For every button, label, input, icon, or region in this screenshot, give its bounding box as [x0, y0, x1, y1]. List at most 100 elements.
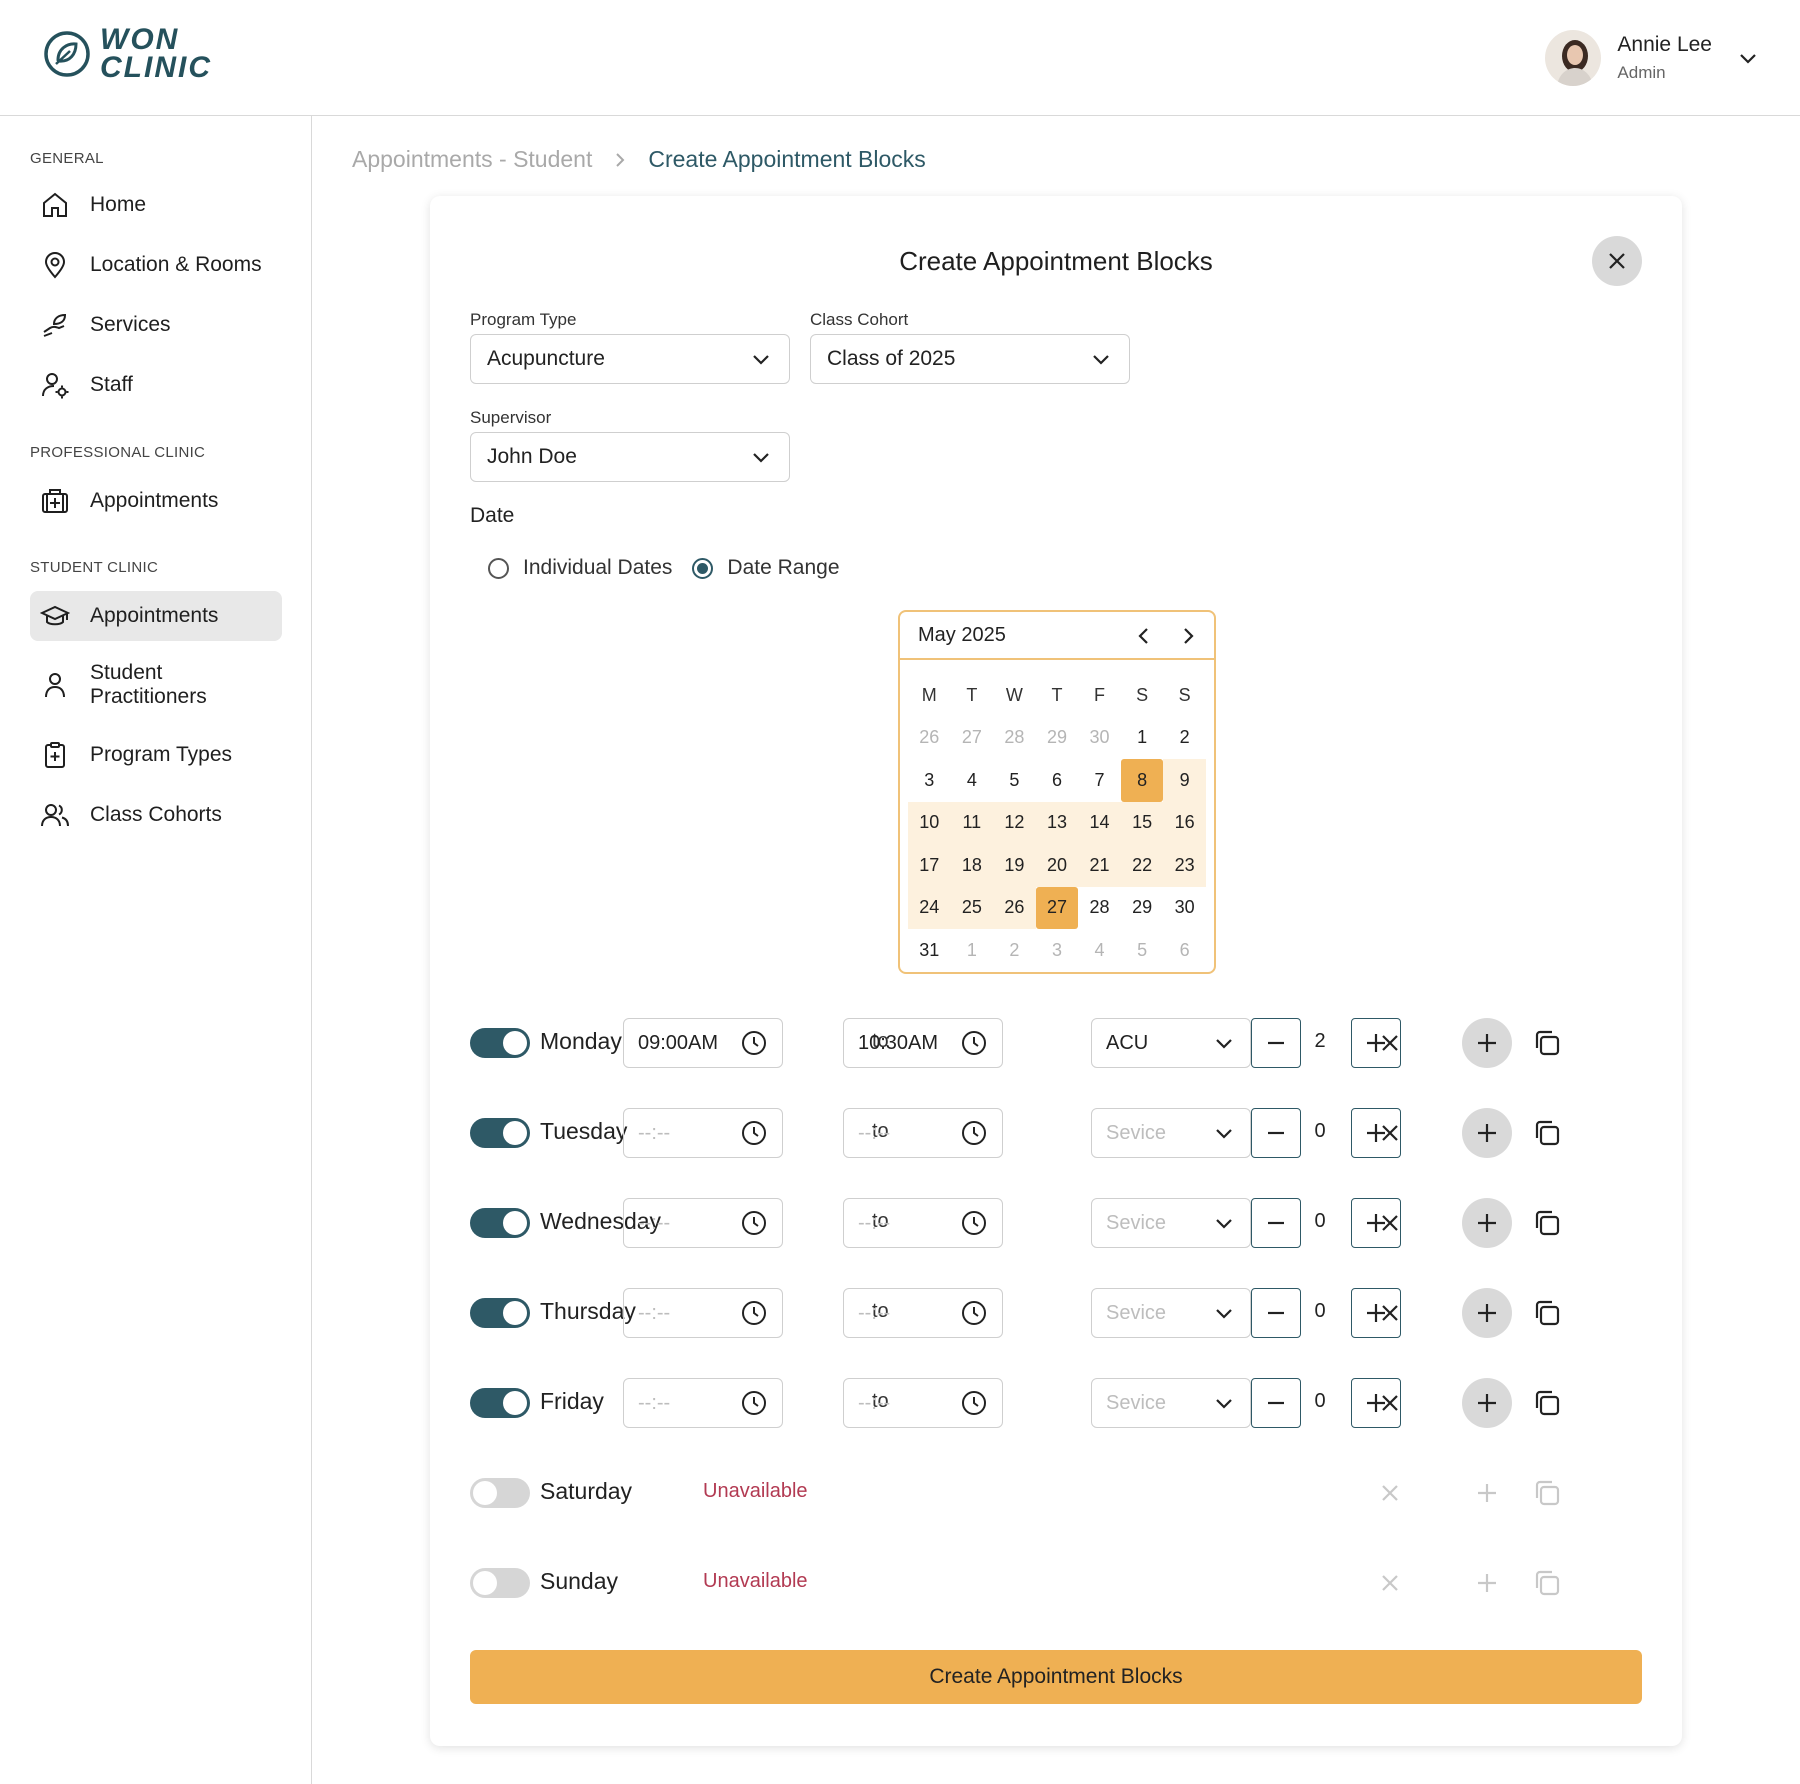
sidebar-item-services[interactable]: Services: [30, 300, 282, 350]
calendar-day[interactable]: 28: [1078, 887, 1121, 930]
sidebar-item-program-types[interactable]: Program Types: [30, 730, 282, 780]
calendar-day[interactable]: 27: [1035, 886, 1079, 929]
class-cohort-select[interactable]: Class of 2025: [810, 334, 1130, 384]
copy-row-button[interactable]: [1532, 1298, 1562, 1328]
chevron-down-icon[interactable]: [1736, 46, 1760, 70]
calendar-day[interactable]: 4: [1078, 929, 1121, 972]
add-time-slot-button[interactable]: [1462, 1378, 1512, 1428]
calendar-day[interactable]: 12: [993, 801, 1036, 844]
calendar-day[interactable]: 23: [1163, 844, 1206, 887]
decrement-button[interactable]: [1251, 1108, 1301, 1158]
supervisor-select[interactable]: John Doe: [470, 432, 790, 482]
decrement-button[interactable]: [1251, 1018, 1301, 1068]
calendar-day[interactable]: 14: [1078, 801, 1121, 844]
end-time-input[interactable]: 10:30AM: [843, 1018, 1003, 1068]
calendar-day[interactable]: 6: [1036, 759, 1079, 802]
calendar-prev-month-button[interactable]: [1132, 624, 1156, 648]
day-toggle[interactable]: [470, 1028, 530, 1058]
sidebar-item-class-cohorts[interactable]: Class Cohorts: [30, 790, 282, 840]
calendar-day[interactable]: 29: [1121, 887, 1164, 930]
decrement-button[interactable]: [1251, 1378, 1301, 1428]
end-time-input[interactable]: --:--: [843, 1378, 1003, 1428]
calendar-day[interactable]: 4: [951, 759, 994, 802]
clear-row-button[interactable]: [1375, 1118, 1405, 1148]
calendar-day[interactable]: 30: [1078, 717, 1121, 760]
copy-row-button[interactable]: [1532, 1478, 1562, 1508]
add-time-slot-button[interactable]: [1462, 1288, 1512, 1338]
copy-row-button[interactable]: [1532, 1028, 1562, 1058]
calendar-day[interactable]: 2: [1163, 717, 1206, 760]
sidebar-item-student-appointments[interactable]: Appointments: [30, 591, 282, 641]
day-toggle[interactable]: [470, 1478, 530, 1508]
calendar-next-month-button[interactable]: [1176, 624, 1200, 648]
sidebar-item-home[interactable]: Home: [30, 180, 282, 230]
calendar-day[interactable]: 7: [1078, 759, 1121, 802]
calendar-day[interactable]: 10: [908, 801, 951, 844]
day-toggle[interactable]: [470, 1208, 530, 1238]
calendar-day[interactable]: 2: [993, 929, 1036, 972]
day-toggle[interactable]: [470, 1118, 530, 1148]
sidebar-item-staff[interactable]: Staff: [30, 360, 282, 410]
calendar-day[interactable]: 30: [1163, 887, 1206, 930]
add-time-slot-button[interactable]: [1462, 1468, 1512, 1518]
calendar-day[interactable]: 26: [908, 717, 951, 760]
service-select[interactable]: Sevice: [1091, 1198, 1251, 1248]
calendar-day[interactable]: 26: [993, 886, 1036, 929]
calendar-day[interactable]: 3: [908, 759, 951, 802]
start-time-input[interactable]: --:--: [623, 1108, 783, 1158]
calendar-day[interactable]: 27: [951, 717, 994, 760]
clear-row-button[interactable]: [1375, 1208, 1405, 1238]
add-time-slot-button[interactable]: [1462, 1198, 1512, 1248]
service-select[interactable]: Sevice: [1091, 1288, 1251, 1338]
copy-row-button[interactable]: [1532, 1208, 1562, 1238]
add-time-slot-button[interactable]: [1462, 1018, 1512, 1068]
calendar-day[interactable]: 1: [1121, 717, 1164, 760]
calendar-day[interactable]: 28: [993, 717, 1036, 760]
calendar-day[interactable]: 31: [908, 929, 951, 972]
decrement-button[interactable]: [1251, 1198, 1301, 1248]
start-time-input[interactable]: --:--: [623, 1378, 783, 1428]
clear-row-button[interactable]: [1375, 1568, 1405, 1598]
calendar-day[interactable]: 5: [1121, 929, 1164, 972]
sidebar-item-student-practitioners[interactable]: Student Practitioners: [30, 655, 282, 715]
add-time-slot-button[interactable]: [1462, 1108, 1512, 1158]
calendar-day[interactable]: 11: [950, 801, 994, 844]
start-time-input[interactable]: --:--: [623, 1288, 783, 1338]
end-time-input[interactable]: --:--: [843, 1288, 1003, 1338]
calendar-day[interactable]: 21: [1078, 844, 1121, 887]
service-select[interactable]: ACU: [1091, 1018, 1251, 1068]
user-menu[interactable]: Annie Lee Admin: [1545, 30, 1760, 86]
start-time-input[interactable]: 09:00AM: [623, 1018, 783, 1068]
calendar-day[interactable]: 9: [1163, 759, 1206, 802]
service-select[interactable]: Sevice: [1091, 1108, 1251, 1158]
sidebar-item-professional-appointments[interactable]: Appointments: [30, 476, 282, 526]
calendar-day[interactable]: 20: [1035, 844, 1079, 887]
service-select[interactable]: Sevice: [1091, 1378, 1251, 1428]
calendar-day[interactable]: 19: [993, 844, 1036, 887]
day-toggle[interactable]: [470, 1298, 530, 1328]
day-toggle[interactable]: [470, 1388, 530, 1418]
end-time-input[interactable]: --:--: [843, 1198, 1003, 1248]
copy-row-button[interactable]: [1532, 1568, 1562, 1598]
calendar-day[interactable]: 13: [1035, 801, 1079, 844]
clear-row-button[interactable]: [1375, 1478, 1405, 1508]
calendar-day[interactable]: 16: [1163, 801, 1206, 844]
calendar-day[interactable]: 1: [951, 929, 994, 972]
add-time-slot-button[interactable]: [1462, 1558, 1512, 1608]
calendar-day[interactable]: 24: [908, 886, 951, 929]
radio-individual-dates[interactable]: [488, 557, 509, 579]
calendar-day[interactable]: 15: [1120, 801, 1164, 844]
copy-row-button[interactable]: [1532, 1118, 1562, 1148]
sidebar-item-location-rooms[interactable]: Location & Rooms: [30, 240, 282, 290]
radio-date-range-label[interactable]: Date Range: [727, 556, 839, 580]
clear-row-button[interactable]: [1375, 1298, 1405, 1328]
calendar-day[interactable]: 22: [1120, 844, 1164, 887]
clear-row-button[interactable]: [1375, 1388, 1405, 1418]
end-time-input[interactable]: --:--: [843, 1108, 1003, 1158]
program-type-select[interactable]: Acupuncture: [470, 334, 790, 384]
breadcrumb-link-appointments-student[interactable]: Appointments - Student: [352, 146, 592, 173]
calendar-day[interactable]: 8: [1120, 759, 1164, 802]
calendar-day[interactable]: 3: [1036, 929, 1079, 972]
decrement-button[interactable]: [1251, 1288, 1301, 1338]
calendar-day[interactable]: 6: [1163, 929, 1206, 972]
